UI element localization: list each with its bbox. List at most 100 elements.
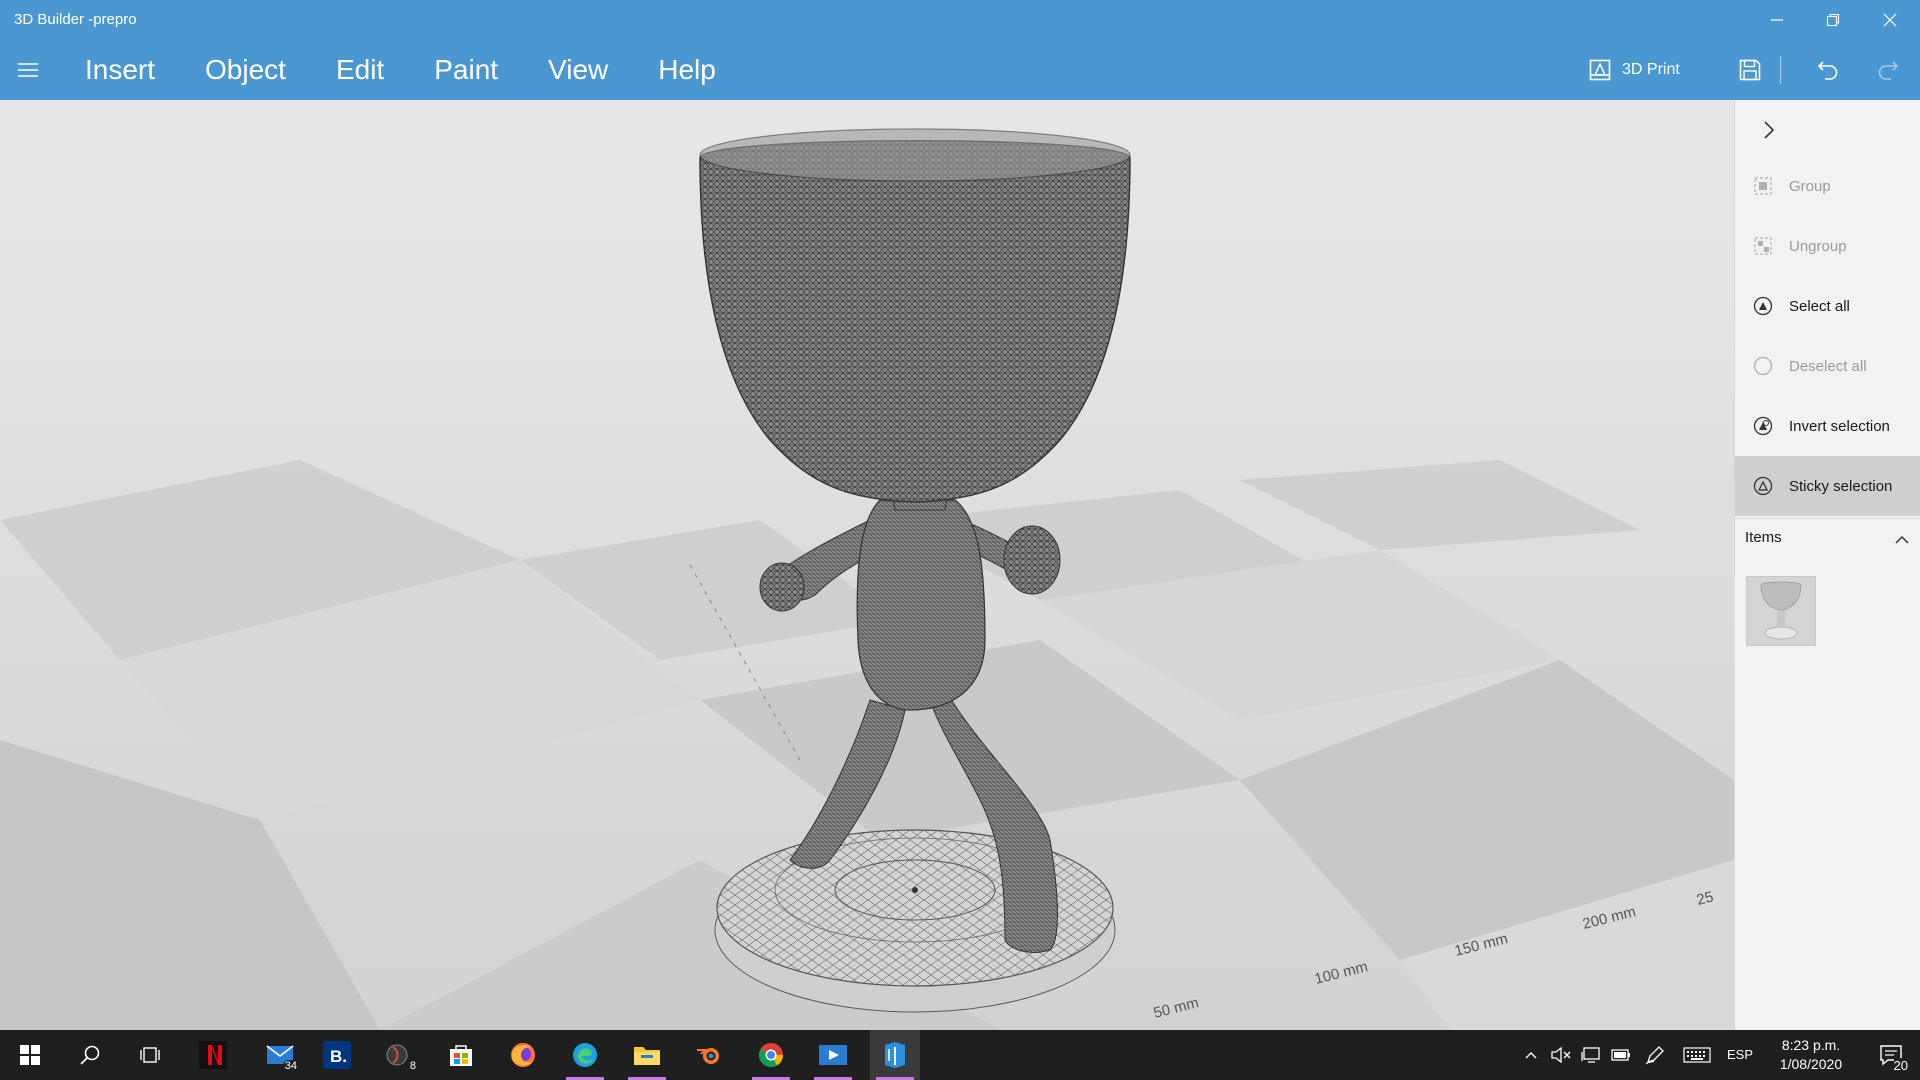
save-icon (1739, 59, 1761, 81)
pen-icon (1645, 1046, 1664, 1065)
app-8-badge: 8 (407, 1060, 418, 1072)
menu-view[interactable]: View (523, 54, 633, 86)
toolbar-separator (1780, 56, 1781, 84)
edge-icon (573, 1043, 597, 1067)
invert-selection-button[interactable]: Invert selection (1735, 396, 1920, 456)
invert-selection-label: Invert selection (1789, 417, 1890, 435)
chevron-up-icon (1525, 1052, 1537, 1059)
taskbar-mail[interactable]: 34 (255, 1030, 305, 1080)
taskbar-booking[interactable]: B. (312, 1030, 362, 1080)
network-icon (1581, 1047, 1600, 1063)
video-player-icon (819, 1045, 847, 1065)
undo-icon (1817, 61, 1838, 80)
taskbar-3d-builder[interactable] (870, 1030, 920, 1080)
chevron-up-icon[interactable] (1893, 531, 1911, 549)
task-view-button[interactable] (125, 1030, 175, 1080)
sticky-selection-icon (1752, 475, 1774, 497)
taskbar-store[interactable] (436, 1030, 486, 1080)
volume-muted-icon (1551, 1046, 1571, 1064)
start-button[interactable] (5, 1030, 55, 1080)
chrome-icon (759, 1043, 783, 1068)
minimize-button[interactable] (1747, 0, 1807, 40)
firefox-icon (511, 1043, 535, 1067)
3d-builder-icon (885, 1042, 905, 1068)
select-all-button[interactable]: Select all (1735, 276, 1920, 336)
mail-badge: 34 (282, 1060, 299, 1072)
title-bar: 3D Builder -prepro (0, 0, 1920, 40)
collapse-panel-button[interactable] (1755, 116, 1783, 144)
sticky-selection-button[interactable]: Sticky selection (1735, 456, 1920, 516)
model-thumbnail-image (1760, 581, 1802, 640)
volume-button[interactable] (1550, 1045, 1572, 1065)
search-icon (80, 1045, 100, 1065)
main-menu: Insert Object Edit Paint View Help (60, 40, 741, 100)
clock-date: 1/08/2020 (1779, 1056, 1843, 1072)
store-icon (450, 1045, 472, 1066)
taskbar-video-app[interactable] (808, 1030, 858, 1080)
taskbar-firefox[interactable] (498, 1030, 548, 1080)
invert-selection-icon (1752, 415, 1774, 437)
deselect-all-button[interactable]: Deselect all (1735, 336, 1920, 396)
taskbar: 34 B. 8 ESP 8:23 p.m. 1/08/2020 20 (0, 1030, 1920, 1080)
taskbar-blender[interactable] (684, 1030, 734, 1080)
selection-panel: Group Ungroup Select all Deselect all In… (1734, 100, 1920, 1030)
hamburger-menu-button[interactable] (14, 57, 42, 83)
booking-icon: B. (323, 1041, 351, 1069)
group-button[interactable]: Group (1735, 156, 1920, 216)
windows-logo-icon (20, 1045, 40, 1065)
sticky-selection-label: Sticky selection (1789, 477, 1893, 495)
items-section-header[interactable]: Items (1735, 518, 1920, 558)
task-view-icon (140, 1047, 160, 1063)
select-all-label: Select all (1789, 297, 1850, 315)
menu-bar: Insert Object Edit Paint View Help 3D Pr… (0, 40, 1920, 100)
menu-paint[interactable]: Paint (409, 54, 523, 86)
pen-workspace-button[interactable] (1644, 1045, 1666, 1065)
deselect-all-label: Deselect all (1789, 357, 1867, 375)
window-title: 3D Builder -prepro (14, 11, 137, 28)
ungroup-button[interactable]: Ungroup (1735, 216, 1920, 276)
show-hidden-icons-button[interactable] (1521, 1045, 1541, 1065)
ruler-label-50: 50 mm (1152, 994, 1201, 1022)
svg-text:B.: B. (330, 1047, 347, 1066)
undo-button[interactable] (1812, 54, 1844, 86)
menu-edit[interactable]: Edit (311, 54, 409, 86)
taskbar-chrome[interactable] (746, 1030, 796, 1080)
action-center-button[interactable]: 20 (1866, 1030, 1916, 1080)
redo-icon (1878, 61, 1899, 80)
menu-object[interactable]: Object (180, 54, 311, 86)
taskbar-app-8[interactable]: 8 (374, 1030, 424, 1080)
folder-icon (634, 1047, 660, 1065)
3d-print-button[interactable]: 3D Print (1588, 54, 1680, 86)
close-button[interactable] (1860, 0, 1920, 40)
minimize-icon (1771, 19, 1783, 21)
battery-icon (1611, 1049, 1630, 1061)
3d-print-icon (1589, 59, 1611, 81)
network-button[interactable] (1580, 1045, 1602, 1065)
menu-help[interactable]: Help (633, 54, 741, 86)
redo-button[interactable] (1872, 54, 1904, 86)
group-icon (1752, 175, 1774, 197)
model-torso (856, 499, 986, 711)
touch-keyboard-button[interactable] (1682, 1045, 1712, 1065)
input-language[interactable]: ESP (1727, 1047, 1753, 1062)
battery-button[interactable] (1610, 1045, 1632, 1065)
hamburger-icon (18, 63, 38, 77)
3d-viewport[interactable]: 50 mm 100 mm 150 mm 200 mm 25 (0, 100, 1734, 1030)
clock[interactable]: 8:23 p.m. 1/08/2020 (1766, 1036, 1856, 1074)
taskbar-netflix[interactable] (188, 1030, 238, 1080)
notification-count: 20 (1893, 1058, 1908, 1073)
item-thumbnail[interactable] (1746, 576, 1816, 646)
menu-insert[interactable]: Insert (60, 54, 180, 86)
search-button[interactable] (65, 1030, 115, 1080)
restore-button[interactable] (1803, 0, 1863, 40)
close-icon (1883, 13, 1897, 27)
scene-canvas[interactable]: 50 mm 100 mm 150 mm 200 mm 25 (0, 100, 1734, 1030)
taskbar-edge[interactable] (560, 1030, 610, 1080)
keyboard-icon (1683, 1047, 1711, 1063)
ungroup-label: Ungroup (1789, 237, 1847, 255)
save-button[interactable] (1734, 54, 1766, 86)
restore-icon (1826, 13, 1840, 27)
taskbar-file-explorer[interactable] (622, 1030, 672, 1080)
netflix-icon (199, 1041, 227, 1069)
3d-print-label: 3D Print (1622, 61, 1680, 78)
